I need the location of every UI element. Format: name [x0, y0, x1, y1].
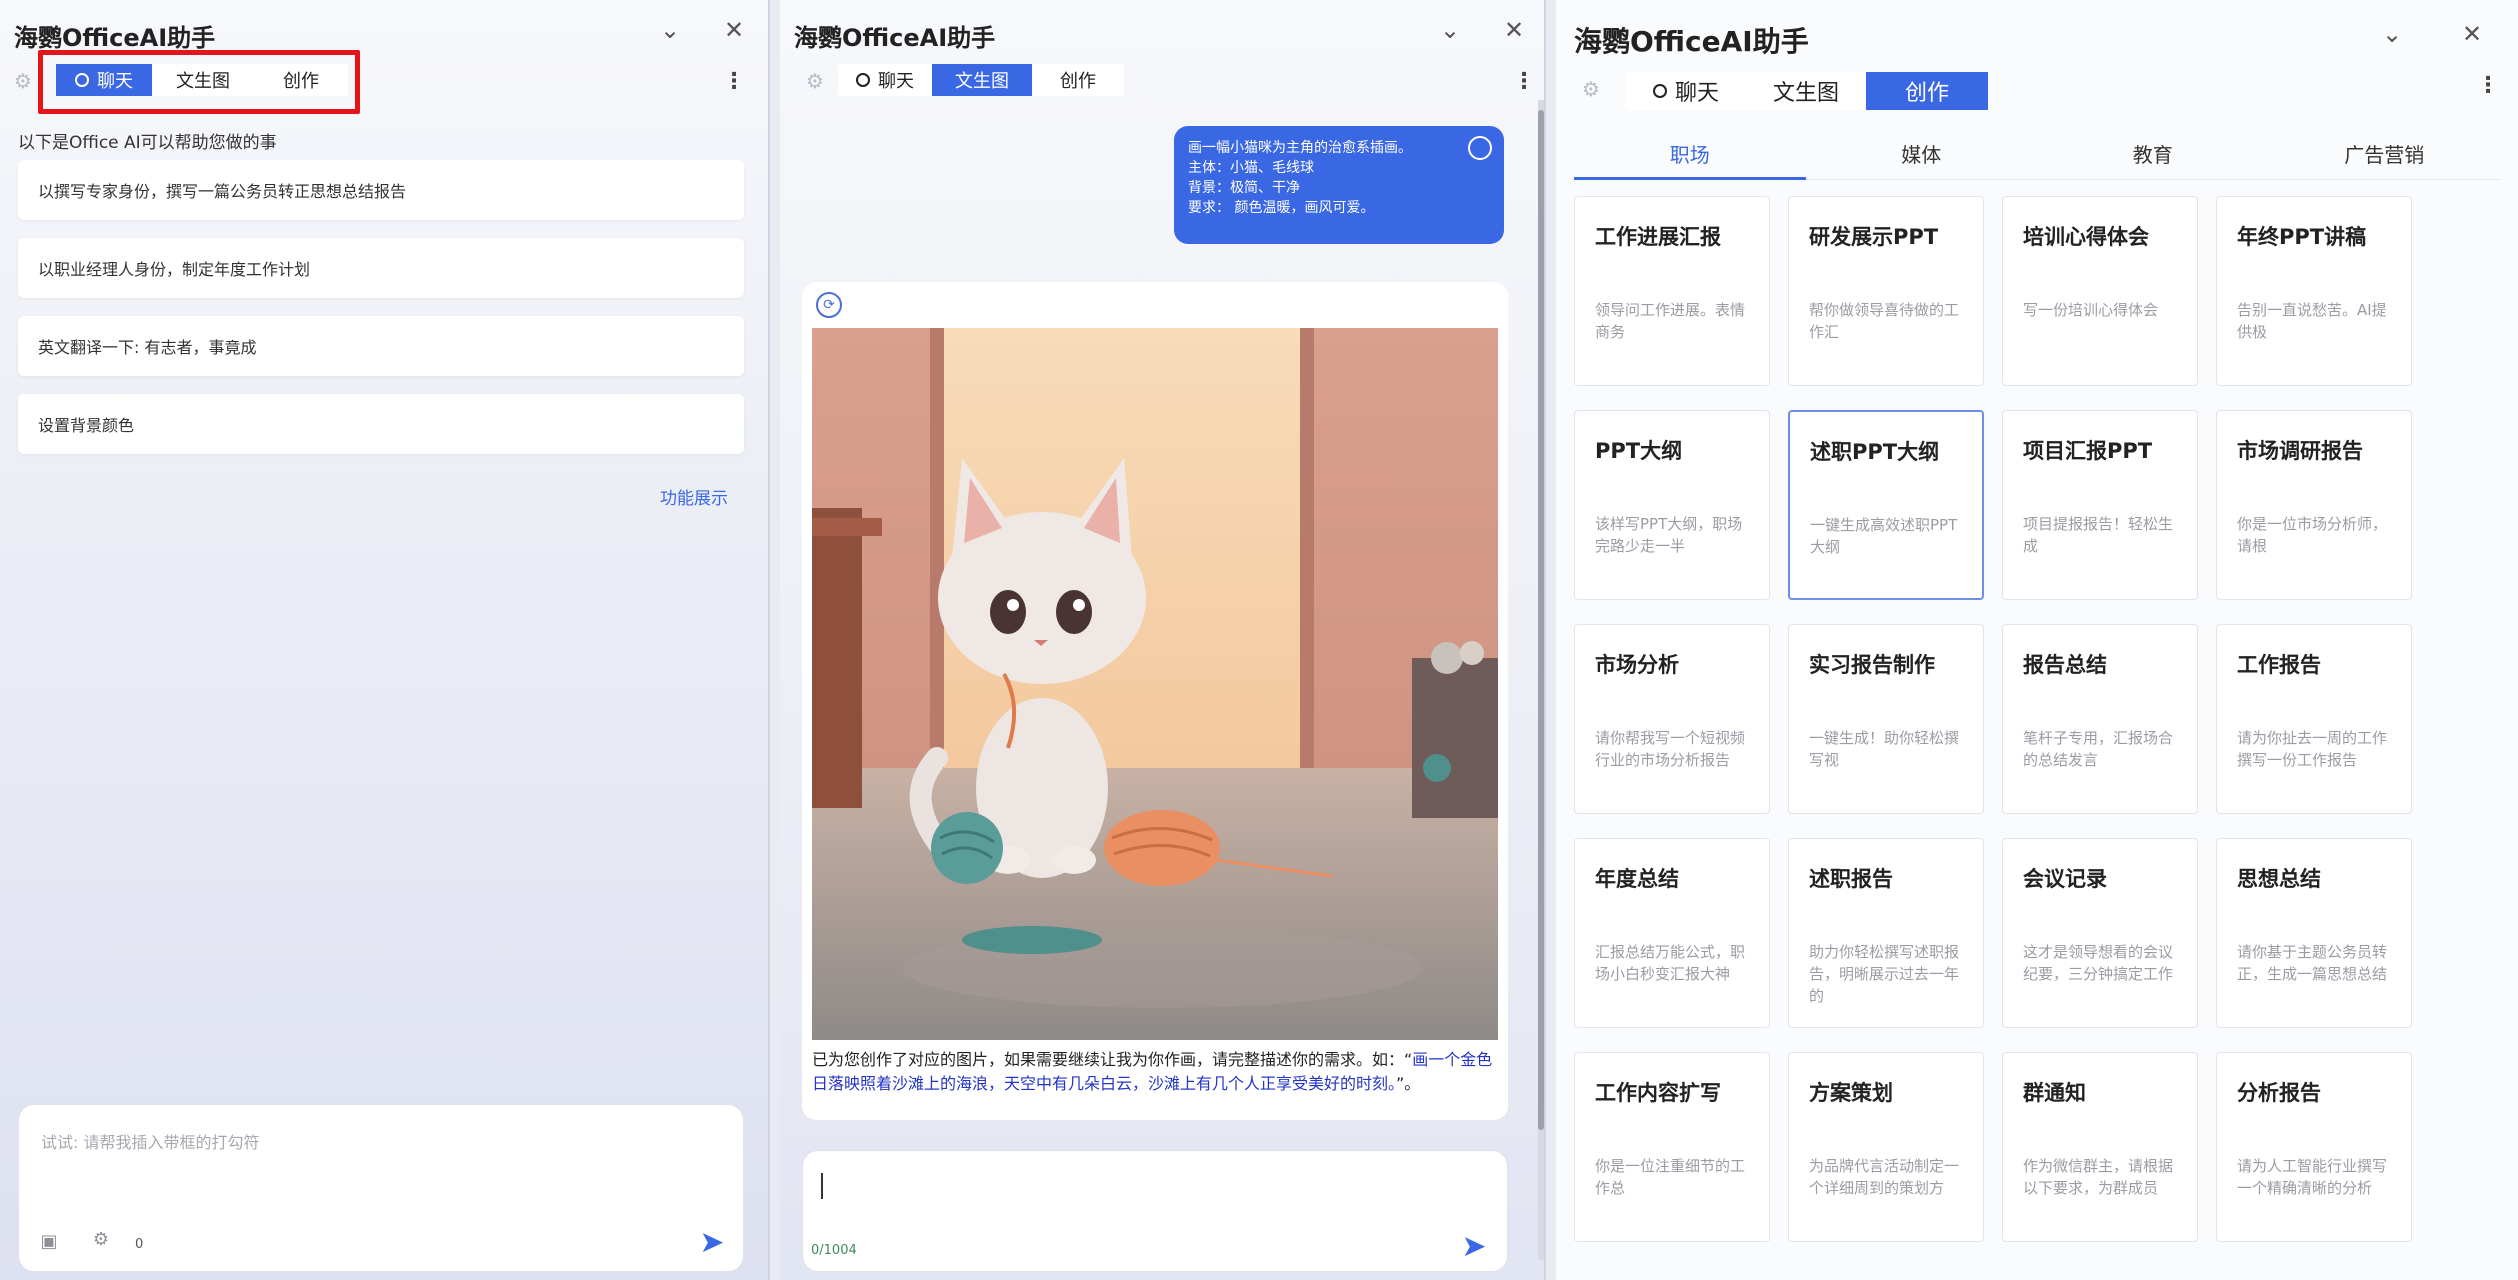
app-title: 海鹦OfficeAI助手 — [794, 24, 996, 52]
chat-input-placeholder[interactable]: 试试: 请帮我插入带框的打勾符 — [41, 1129, 259, 1153]
prompt-line: 要求： 颜色温暖，画风可爱。 — [1188, 200, 1375, 216]
close-icon[interactable]: ✕ — [718, 14, 750, 46]
suggestion-item[interactable]: 以职业经理人身份，制定年度工作计划 — [18, 238, 744, 298]
template-card-selected[interactable]: 述职PPT大纲 一键生成高效述职PPT大纲 — [1788, 410, 1984, 600]
template-card[interactable]: 研发展示PPT 帮你做领导喜待做的工作汇 — [1788, 196, 1984, 386]
chevron-down-icon[interactable]: ⌄ — [2376, 18, 2408, 50]
chat-icon — [856, 73, 870, 87]
template-card[interactable]: 培训心得体会 写一份培训心得体会 — [2002, 196, 2198, 386]
assistant-panel-create: 海鹦OfficeAI助手 ⌄ ✕ ⚙ 聊天 文生图 创作 ⋮ 职场 媒体 教育 … — [1556, 0, 2518, 1280]
template-card[interactable]: PPT大纲 该样写PPT大纲，职场完路少走一半 — [1574, 410, 1770, 600]
tab-create[interactable]: 创作 — [1866, 72, 1988, 110]
mode-tabs: 聊天 文生图 创作 — [1626, 72, 1988, 110]
category-tab-advertising[interactable]: 广告营销 — [2269, 128, 2501, 179]
tab-text2img[interactable]: 文生图 — [932, 64, 1032, 96]
chevron-down-icon[interactable]: ⌄ — [654, 14, 686, 46]
scrollbar-thumb[interactable] — [1538, 110, 1544, 1130]
ai-response-card: ⟳ 已为您创作了对应的图片，如果需要继续让我为你作画，请完整描述你的需求。如：“… — [802, 282, 1508, 1120]
suggestion-item[interactable]: 英文翻译一下: 有志者，事竟成 — [18, 316, 744, 376]
app-title: 海鹦OfficeAI助手 — [14, 24, 216, 52]
intro-text: 以下是Office AI可以帮助您做的事 — [18, 133, 277, 153]
highlight-box — [38, 50, 360, 114]
chat-input-box[interactable]: 试试: 请帮我插入带框的打勾符 ▣ ⚙ 0 ➤ — [18, 1104, 744, 1272]
app-title: 海鹦OfficeAI助手 — [1574, 25, 1809, 58]
category-tab-workplace[interactable]: 职场 — [1574, 128, 1806, 180]
template-card[interactable]: 项目汇报PPT 项目提报报告！轻松生成 — [2002, 410, 2198, 600]
close-icon[interactable]: ✕ — [2456, 18, 2488, 50]
char-count: 0 — [135, 1237, 144, 1252]
titlebar: 海鹦OfficeAI助手 ⌄ ✕ — [1556, 0, 2518, 66]
assistant-panel-text2img: 海鹦OfficeAI助手 ⌄ ✕ ⚙ 聊天 文生图 创作 ⋮ 画一幅小猫咪为主角… — [780, 0, 1546, 1280]
template-card[interactable]: 方案策划 为品牌代言活动制定一个详细周到的策划方 — [1788, 1052, 1984, 1242]
more-icon[interactable]: ⋮ — [2477, 70, 2499, 100]
template-card[interactable]: 市场分析 请你帮我写一个短视频行业的市场分析报告 — [1574, 624, 1770, 814]
template-card[interactable]: 工作内容扩写 你是一位注重细节的工作总 — [1574, 1052, 1770, 1242]
category-tab-media[interactable]: 媒体 — [1806, 128, 2038, 179]
tab-row: ⚙ 聊天 文生图 创作 ⋮ — [1556, 68, 2518, 112]
settings-icon[interactable]: ⚙ — [802, 68, 828, 94]
mode-tabs: 聊天 文生图 创作 — [838, 64, 1124, 96]
template-card[interactable]: 思想总结 请你基于主题公务员转正，生成一篇思想总结 — [2216, 838, 2412, 1028]
tab-text2img[interactable]: 文生图 — [1746, 72, 1866, 110]
prompt-line: 画一幅小猫咪为主角的治愈系插画。 — [1188, 140, 1412, 156]
template-card[interactable]: 市场调研报告 你是一位市场分析师，请根 — [2216, 410, 2412, 600]
generated-cat-image[interactable] — [812, 328, 1498, 1040]
user-avatar-icon — [1468, 136, 1492, 160]
settings-icon[interactable]: ⚙ — [1578, 76, 1604, 102]
prompt-line: 主体：小猫、毛线球 — [1188, 160, 1314, 176]
send-button[interactable]: ➤ — [697, 1225, 727, 1260]
chat-input-box[interactable]: 0/1004 ➤ — [802, 1150, 1508, 1272]
send-button[interactable]: ➤ — [1459, 1229, 1489, 1264]
settings-icon[interactable]: ⚙ — [89, 1227, 113, 1251]
tab-chat[interactable]: 聊天 — [838, 64, 932, 96]
ai-avatar-icon: ⟳ — [816, 292, 842, 318]
template-card[interactable]: 述职报告 助力你轻松撰写述职报告，明晰展示过去一年的 — [1788, 838, 1984, 1028]
char-counter: 0/1004 — [811, 1243, 857, 1258]
template-card[interactable]: 年终PPT讲稿 告别一直说愁苦。AI提供极 — [2216, 196, 2412, 386]
category-tab-education[interactable]: 教育 — [2037, 128, 2269, 179]
category-tabs: 职场 媒体 教育 广告营销 — [1574, 128, 2500, 180]
more-icon[interactable]: ⋮ — [723, 66, 745, 96]
template-card[interactable]: 会议记录 这才是领导想看的会议纪要，三分钟搞定工作 — [2002, 838, 2198, 1028]
template-card[interactable]: 工作进展汇报 领导问工作进展。表情商务 — [1574, 196, 1770, 386]
template-card[interactable]: 工作报告 请为你扯去一周的工作撰写一份工作报告 — [2216, 624, 2412, 814]
template-card[interactable]: 实习报告制作 一键生成！助你轻松撰写视 — [1788, 624, 1984, 814]
tab-row: ⚙ 聊天 文生图 创作 ⋮ — [780, 60, 1544, 104]
template-card[interactable]: 群通知 作为微信群主，请根据以下要求，为群成员 — [2002, 1052, 2198, 1242]
template-card[interactable]: 报告总结 笔杆子专用，汇报场合的总结发言 — [2002, 624, 2198, 814]
settings-icon[interactable]: ⚙ — [10, 68, 36, 94]
more-icon[interactable]: ⋮ — [1513, 66, 1535, 96]
assistant-panel-chat: 海鹦OfficeAI助手 ⌄ ✕ ⚙ 聊天 文生图 创作 ⋮ 以下是Office… — [0, 0, 770, 1280]
user-prompt-bubble: 画一幅小猫咪为主角的治愈系插画。 主体：小猫、毛线球 背景：极简、干净 要求： … — [1174, 126, 1504, 244]
chat-icon — [1652, 84, 1667, 98]
suggestion-item[interactable]: 设置背景颜色 — [18, 394, 744, 454]
titlebar: 海鹦OfficeAI助手 ⌄ ✕ — [780, 0, 1544, 66]
text-cursor — [821, 1173, 823, 1199]
tab-create[interactable]: 创作 — [1032, 64, 1124, 96]
tab-chat[interactable]: 聊天 — [1626, 72, 1746, 110]
screenshot-icon[interactable]: ▣ — [37, 1229, 61, 1253]
template-card[interactable]: 分析报告 请为人工智能行业撰写一个精确清晰的分析 — [2216, 1052, 2412, 1242]
chevron-down-icon[interactable]: ⌄ — [1434, 14, 1466, 46]
prompt-line: 背景：极简、干净 — [1188, 180, 1300, 196]
close-icon[interactable]: ✕ — [1498, 14, 1530, 46]
suggestion-item[interactable]: 以撰写专家身份，撰写一篇公务员转正思想总结报告 — [18, 160, 744, 220]
template-card[interactable]: 年度总结 汇报总结万能公式，职场小白秒变汇报大神 — [1574, 838, 1770, 1028]
ai-response-text: 已为您创作了对应的图片，如果需要继续让我为你作画，请完整描述你的需求。如：“画一… — [812, 1050, 1493, 1093]
feature-demo-link[interactable]: 功能展示 — [660, 484, 728, 509]
